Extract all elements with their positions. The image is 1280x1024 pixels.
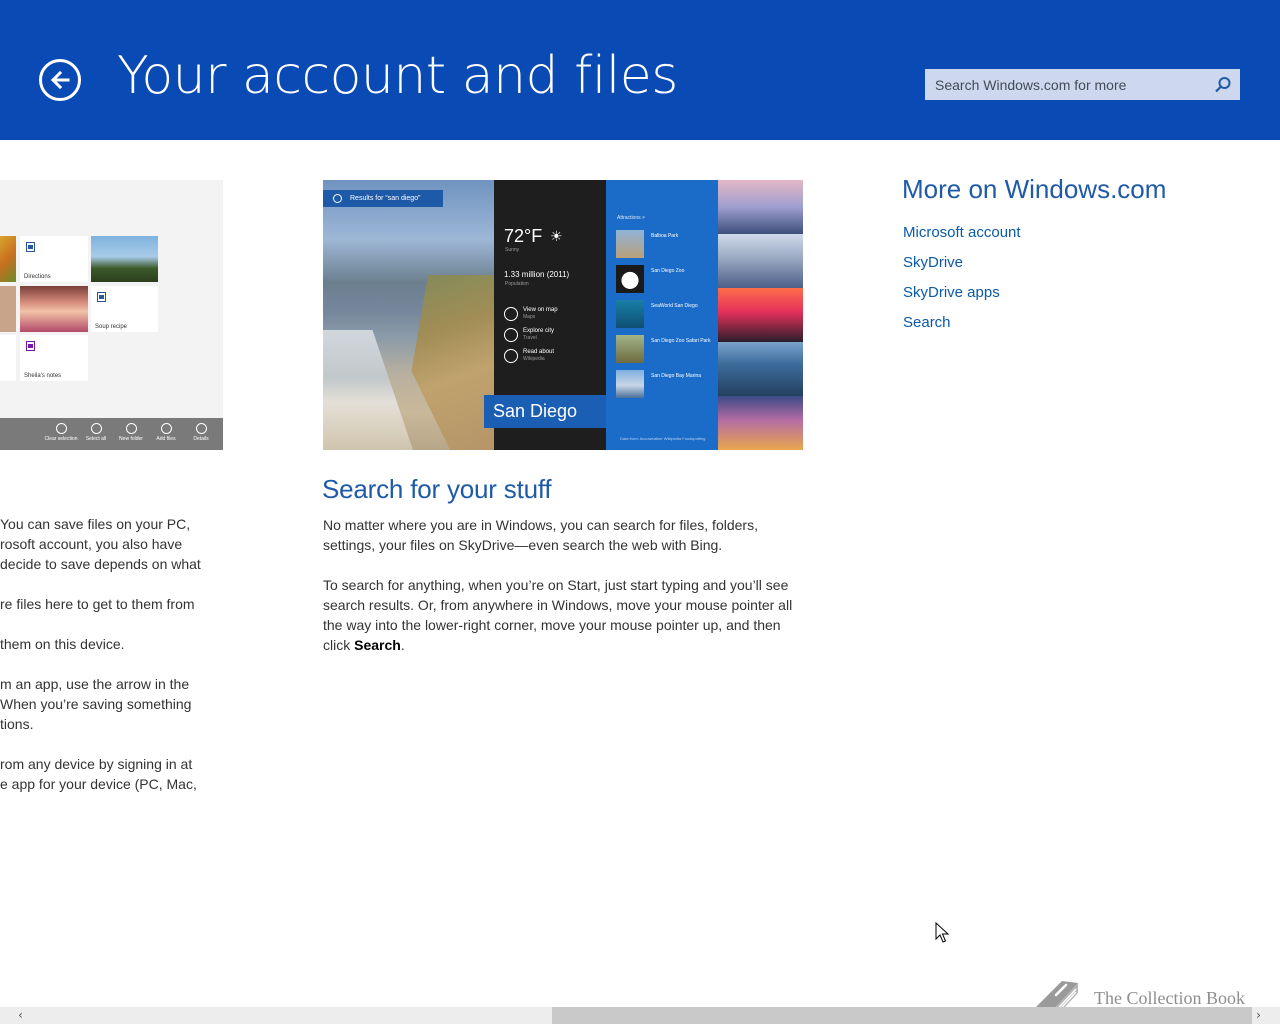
- cursor-icon: [935, 922, 949, 943]
- text-line: rosoft account, you also have: [0, 536, 183, 552]
- more-links-list: Microsoft account SkyDrive SkyDrive apps…: [903, 224, 1021, 344]
- tile-sheilas-notes: Sheila's notes: [20, 335, 88, 381]
- appbar-details: Details: [184, 423, 218, 442]
- city-label: San Diego: [484, 395, 606, 428]
- girl-thumbnail: [20, 286, 88, 332]
- list-icon: [504, 349, 518, 363]
- search-input[interactable]: [925, 69, 1205, 100]
- text-line: rom any device by signing in at: [0, 756, 193, 772]
- article-title: Search for your stuff: [322, 474, 552, 504]
- sun-icon: ☀: [550, 228, 563, 244]
- text-line: tions.: [0, 716, 34, 732]
- scroll-thumb[interactable]: [552, 1007, 1252, 1024]
- watermark-text: The Collection Book: [1094, 988, 1245, 1008]
- attraction-item: Balboa Park: [616, 230, 718, 258]
- back-circle-icon: [333, 194, 342, 203]
- skydrive-screenshot: Directions Soup recipe Sheila's notes Cl…: [0, 180, 223, 450]
- population: 1.33 million (2011): [504, 270, 570, 279]
- link-search[interactable]: Search: [903, 314, 951, 331]
- text-line: them on this device.: [0, 636, 125, 652]
- text-line: decide to save depends on what: [0, 556, 201, 572]
- scroll-right-arrow-icon[interactable]: ›: [1250, 1007, 1267, 1024]
- article-paragraph: No matter where you are in Windows, you …: [323, 517, 758, 553]
- search-results-screenshot: Results for “san diego” 72°F ☀ Sunny 1.3…: [323, 180, 803, 450]
- page-title: Your account and files: [117, 46, 678, 106]
- word-doc-icon: [97, 292, 106, 302]
- search-icon[interactable]: [1214, 76, 1232, 94]
- attractions-heading: Attractions >: [617, 215, 645, 221]
- page-header: Your account and files: [0, 0, 1280, 140]
- map-icon: [504, 307, 518, 321]
- attraction-item: San Diego Zoo: [616, 265, 718, 293]
- text-line: re files here to get to them from: [0, 596, 195, 612]
- article-paragraph: To search for anything, when you’re on S…: [323, 577, 793, 653]
- palm-thumbnail: [91, 236, 158, 282]
- back-button[interactable]: [39, 59, 81, 101]
- link-skydrive-apps[interactable]: SkyDrive apps: [903, 284, 1000, 301]
- action-explore-city: Explore city Travel: [504, 328, 604, 344]
- tile-soup-recipe: Soup recipe: [91, 286, 158, 332]
- app-bar: Clear selection Select all New folder Ad…: [0, 418, 223, 450]
- attraction-item: San Diego Zoo Safari Park: [616, 335, 718, 363]
- tile-directions: Directions: [20, 236, 88, 282]
- appbar-add-files: Add files: [149, 423, 183, 442]
- onenote-icon: [26, 341, 35, 351]
- temperature: 72°F: [504, 226, 543, 246]
- action-read-about: Read about Wikipedia: [504, 349, 604, 365]
- data-sources: Data from: Accuweather Wikipedia Foodspo…: [620, 436, 706, 441]
- flower-thumbnail: [0, 236, 16, 282]
- more-on-windows-heading: More on Windows.com: [902, 174, 1167, 204]
- appbar-select-all: Select all: [79, 423, 113, 442]
- text-line: m an app, use the arrow in the: [0, 676, 190, 692]
- search-box: [925, 69, 1240, 100]
- search-keyword: Search: [354, 637, 401, 653]
- photo-strip: [718, 180, 803, 450]
- appbar-new-folder: New folder: [114, 423, 148, 442]
- attraction-item: San Diego Bay Marina: [616, 370, 718, 398]
- back-arrow-icon: [50, 70, 70, 90]
- link-skydrive[interactable]: SkyDrive: [903, 254, 963, 271]
- beach-photo: [323, 180, 494, 450]
- horizontal-scrollbar[interactable]: ‹ ›: [0, 1007, 1280, 1024]
- scroll-left-arrow-icon[interactable]: ‹: [12, 1007, 29, 1024]
- text-line: e app for your device (PC, Mac,: [0, 776, 197, 792]
- link-microsoft-account[interactable]: Microsoft account: [903, 224, 1021, 241]
- article-body: No matter where you are in Windows, you …: [323, 515, 801, 675]
- explore-icon: [504, 328, 518, 342]
- attractions-panel: Attractions > Balboa Park San Diego Zoo …: [606, 180, 718, 450]
- tile-blank: [0, 335, 16, 381]
- attraction-item: SeaWorld San Diego: [616, 300, 718, 328]
- action-view-on-map: View on map Maps: [504, 307, 604, 323]
- appbar-clear-selection: Clear selection: [44, 423, 78, 442]
- word-doc-icon: [26, 242, 35, 252]
- left-article-text: You can save files on your PC, rosoft ac…: [0, 514, 222, 794]
- results-chip: Results for “san diego”: [323, 190, 443, 207]
- text-line: When you’re saving something: [0, 696, 192, 712]
- photo-thumbnail: [0, 286, 16, 332]
- text-line: You can save files on your PC,: [0, 516, 191, 532]
